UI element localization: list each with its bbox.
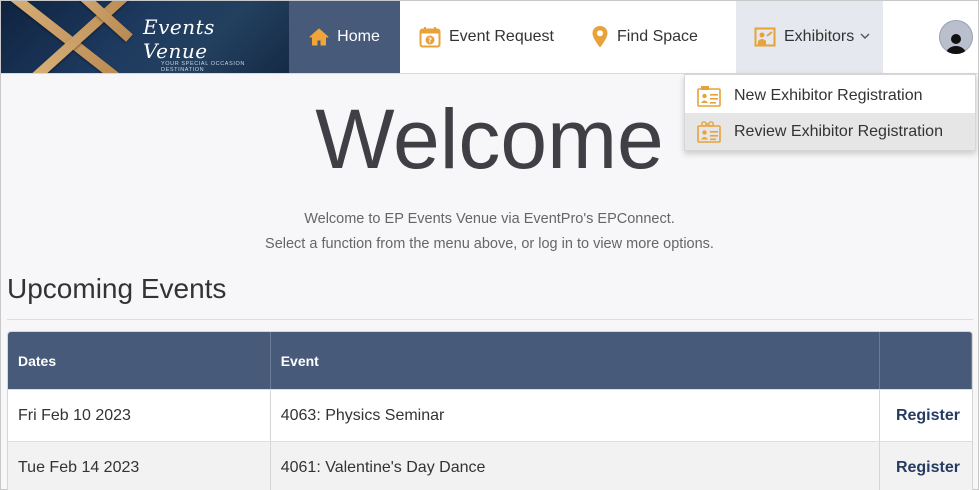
- upcoming-events-table: Dates Event Fri Feb 10 2023 4063: Physic…: [7, 331, 973, 490]
- nav-home-label: Home: [337, 28, 380, 45]
- top-navbar: Events Venue YOUR SPECIAL OCCASION DESTI…: [1, 1, 978, 74]
- id-card-icon: [697, 85, 721, 107]
- venue-logo[interactable]: Events Venue YOUR SPECIAL OCCASION DESTI…: [1, 1, 289, 73]
- intro-text: Welcome to EP Events Venue via EventPro'…: [1, 207, 978, 257]
- exhibitors-dropdown-menu: New Exhibitor Registration Review Exhibi…: [684, 74, 976, 151]
- section-divider: [7, 319, 973, 320]
- menu-item-new-exhibitor-registration[interactable]: New Exhibitor Registration: [685, 77, 975, 114]
- exhibitor-icon: [754, 26, 776, 48]
- column-header-dates[interactable]: Dates: [8, 332, 271, 389]
- intro-line-2: Select a function from the menu above, o…: [265, 236, 714, 252]
- register-link[interactable]: Register: [896, 407, 960, 425]
- table-row: Tue Feb 14 2023 4061: Valentine's Day Da…: [8, 441, 972, 490]
- user-avatar-button[interactable]: [939, 20, 973, 54]
- nav-event-request-label: Event Request: [449, 28, 554, 45]
- calendar-question-icon: ?: [419, 26, 441, 48]
- event-date-cell: Fri Feb 10 2023: [8, 390, 271, 441]
- action-cell: Register: [880, 442, 972, 490]
- column-header-event[interactable]: Event: [271, 332, 881, 389]
- menu-item-review-exhibitor-registration[interactable]: Review Exhibitor Registration: [685, 113, 975, 150]
- logo-tagline: YOUR SPECIAL OCCASION DESTINATION: [161, 61, 245, 73]
- menu-item-label: New Exhibitor Registration: [734, 86, 923, 104]
- event-name-cell: 4061: Valentine's Day Dance: [271, 442, 881, 490]
- nav-home[interactable]: Home: [289, 1, 400, 73]
- id-card-glasses-icon: [697, 120, 721, 143]
- event-date-cell: Tue Feb 14 2023: [8, 442, 271, 490]
- table-row: Fri Feb 10 2023 4063: Physics Seminar Re…: [8, 389, 972, 441]
- action-cell: Register: [880, 390, 972, 441]
- section-title: Upcoming Events: [7, 273, 227, 304]
- intro-line-1: Welcome to EP Events Venue via EventPro'…: [304, 211, 675, 227]
- column-header-action: [880, 332, 972, 389]
- table-header-row: Dates Event: [8, 332, 972, 389]
- avatar-body: [946, 46, 966, 54]
- event-name-cell: 4063: Physics Seminar: [271, 390, 881, 441]
- menu-item-label: Review Exhibitor Registration: [734, 122, 943, 140]
- avatar-head: [951, 34, 961, 44]
- nav-find-space[interactable]: Find Space: [591, 1, 698, 73]
- nav-event-request[interactable]: ? Event Request: [419, 1, 554, 73]
- svg-text:?: ?: [428, 37, 432, 45]
- logo-name: Events Venue: [143, 15, 215, 63]
- nav-exhibitors-dropdown[interactable]: Exhibitors: [736, 1, 883, 73]
- register-link[interactable]: Register: [896, 459, 960, 477]
- nav-exhibitors-label: Exhibitors: [784, 28, 855, 45]
- nav-find-space-label: Find Space: [617, 28, 698, 45]
- house-icon: [309, 28, 329, 46]
- map-pin-icon: [591, 25, 609, 49]
- chevron-down-icon: [860, 32, 870, 43]
